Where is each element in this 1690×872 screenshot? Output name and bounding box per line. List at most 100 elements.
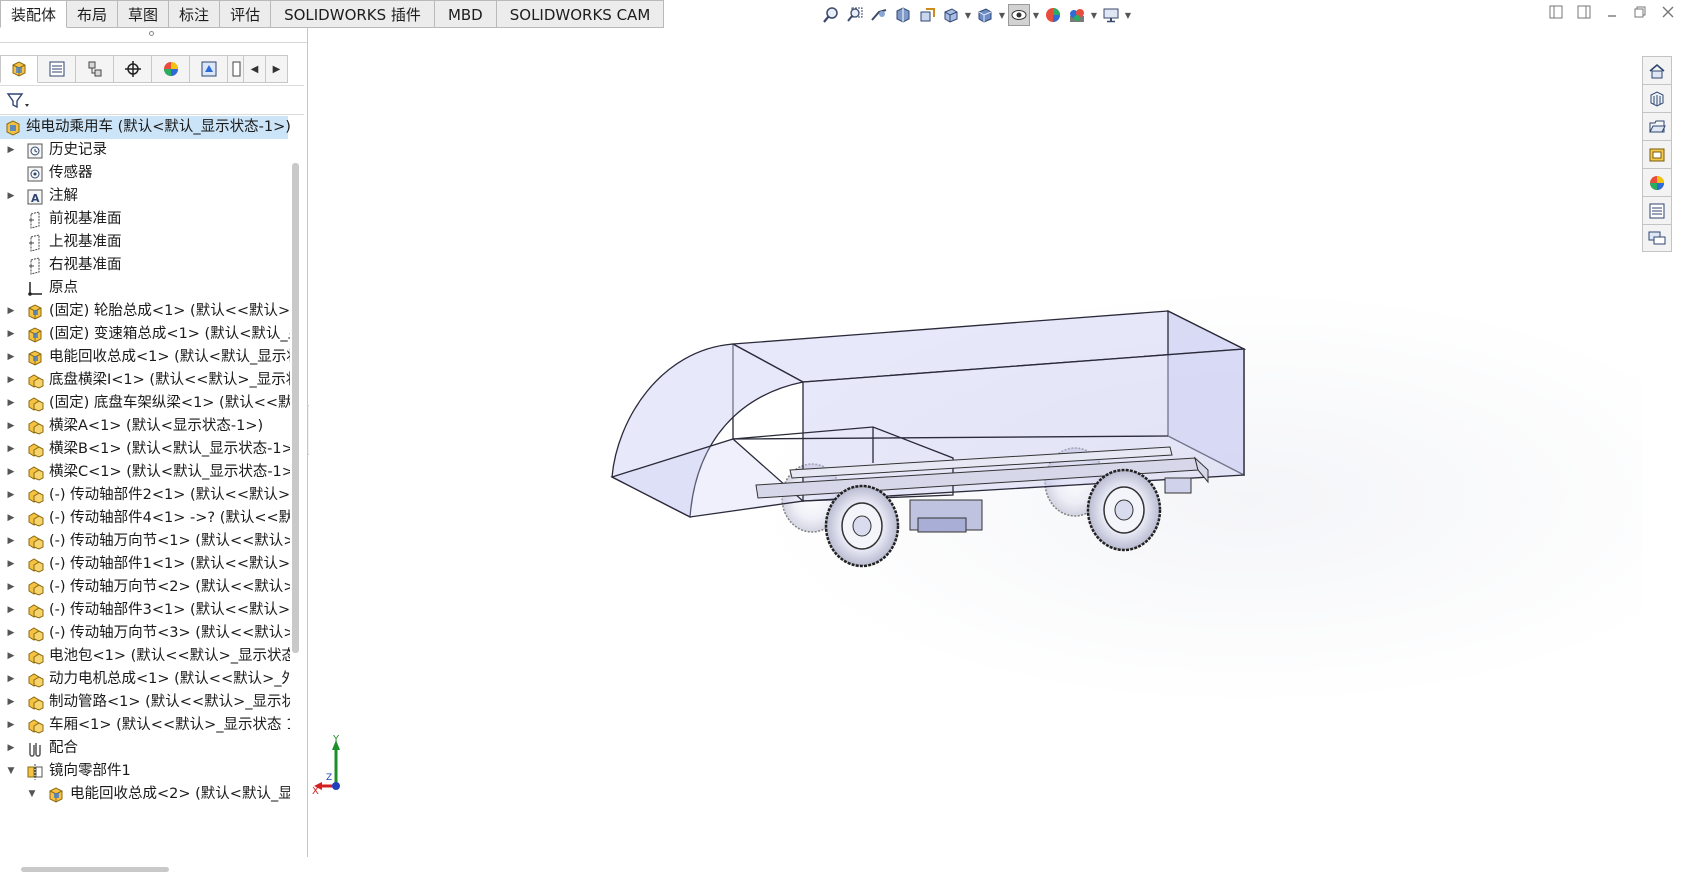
tree-item[interactable]: ▶ 横梁A<1> (默认<显示状态-1>) xyxy=(0,415,290,438)
zoom-to-area-icon[interactable] xyxy=(844,4,866,26)
tab-layout[interactable]: 布局 xyxy=(67,0,119,28)
tree-item[interactable]: ▶ 动力电机总成<1> (默认<<默认>_外观显示状态>) xyxy=(0,668,290,691)
tree-item[interactable]: ▶ (固定) 变速箱总成<1> (默认<默认_显示状态-1>) xyxy=(0,323,290,346)
tree-item[interactable]: 原点 xyxy=(0,277,290,300)
expand-arrow-icon[interactable]: ▶ xyxy=(6,530,16,553)
tab-markup[interactable]: 标注 xyxy=(169,0,221,28)
section-view-icon[interactable] xyxy=(892,4,914,26)
view-palette-icon[interactable] xyxy=(1642,140,1672,168)
display-style-icon[interactable] xyxy=(974,4,996,26)
tree-item[interactable]: ▶ (固定) 轮胎总成<1> (默认<<默认>_显示状态 1>) xyxy=(0,300,290,323)
tab-solidworks-addins[interactable]: SOLIDWORKS 插件 xyxy=(271,0,435,28)
tab-mbd[interactable]: MBD xyxy=(434,0,497,28)
chevron-down-icon[interactable]: ▼ xyxy=(998,4,1006,26)
filter-icon[interactable] xyxy=(6,92,32,114)
expand-arrow-icon[interactable]: ▶ xyxy=(6,668,16,691)
apply-scene-icon[interactable] xyxy=(1066,4,1088,26)
dynamic-annotation-views-icon[interactable] xyxy=(916,4,938,26)
hide-show-items-icon[interactable] xyxy=(1008,4,1030,26)
tree-item[interactable]: ▶ 电池包<1> (默认<<默认>_显示状态 1>) xyxy=(0,645,290,668)
tree-item[interactable]: ▶ (-) 传动轴部件3<1> (默认<<默认>_显示状态 1>) xyxy=(0,599,290,622)
expand-arrow-icon[interactable]: ▶ xyxy=(6,737,16,760)
expand-arrow-icon[interactable]: ▶ xyxy=(6,714,16,737)
expand-arrow-icon[interactable]: ▶ xyxy=(6,369,16,392)
expand-arrow-icon[interactable]: ▶ xyxy=(6,323,16,346)
tree-item[interactable]: ▶ (-) 传动轴部件1<1> (默认<<默认>_显示状态 1>) xyxy=(0,553,290,576)
expand-arrow-icon[interactable]: ▶ xyxy=(6,346,16,369)
expand-arrow-icon[interactable]: ▶ xyxy=(6,553,16,576)
tile-right-icon[interactable] xyxy=(1576,4,1592,20)
collapse-arrow-icon[interactable]: ▼ xyxy=(6,760,16,783)
expand-arrow-icon[interactable]: ▶ xyxy=(6,645,16,668)
expand-arrow-icon[interactable]: ▶ xyxy=(6,415,16,438)
chevron-down-icon[interactable]: ▼ xyxy=(1090,4,1098,26)
expand-arrow-icon[interactable]: ▶ xyxy=(6,484,16,507)
propertymanager-tab-icon[interactable] xyxy=(38,55,76,83)
tree-item[interactable]: ▶ 底盘横梁Ⅰ<1> (默认<<默认>_显示状态 1>) xyxy=(0,369,290,392)
expand-arrow-icon[interactable]: ▶ xyxy=(6,300,16,323)
tree-item[interactable]: ▶ 车厢<1> (默认<<默认>_显示状态 1>) xyxy=(0,714,290,737)
appearances-scenes-icon[interactable] xyxy=(1642,168,1672,196)
tree-item[interactable]: ▶ 历史记录 xyxy=(0,139,290,162)
minimize-icon[interactable] xyxy=(1604,4,1620,20)
splitter-handle-icon[interactable] xyxy=(149,31,154,36)
tree-item[interactable]: ▼ 电能回收总成<2> (默认<默认_显示状态-1>) xyxy=(0,783,290,806)
tree-item[interactable]: ▼ 镜向零部件1 xyxy=(0,760,290,783)
displaymanager-tab-icon[interactable] xyxy=(152,55,190,83)
tree-item[interactable]: ▶ (-) 传动轴万向节<2> (默认<<默认>_显示状态 1>) xyxy=(0,576,290,599)
tree-item[interactable]: ▶ (固定) 底盘车架纵梁<1> (默认<<默认>_显示状态 1>) xyxy=(0,392,290,415)
scroll-tabs-right-icon[interactable]: ▶ xyxy=(266,55,288,83)
expand-arrow-icon[interactable]: ▶ xyxy=(6,461,16,484)
edit-appearance-icon[interactable] xyxy=(1042,4,1064,26)
tab-sketch[interactable]: 草图 xyxy=(118,0,170,28)
tile-left-icon[interactable] xyxy=(1548,4,1564,20)
expand-arrow-icon[interactable]: ▶ xyxy=(6,622,16,645)
forum-icon[interactable] xyxy=(1642,224,1672,252)
close-icon[interactable] xyxy=(1660,4,1676,20)
tab-evaluate[interactable]: 评估 xyxy=(220,0,272,28)
scroll-tabs-left-icon[interactable]: ◀ xyxy=(244,55,266,83)
expand-arrow-icon[interactable]: ▶ xyxy=(6,507,16,530)
tree-item[interactable]: ▶ (-) 传动轴万向节<3> (默认<<默认>_显示状态 1>) xyxy=(0,622,290,645)
tree-item[interactable]: ▶ 电能回收总成<1> (默认<默认_显示状态-1>) xyxy=(0,346,290,369)
configurationmanager-tab-icon[interactable] xyxy=(76,55,114,83)
tree-horizontal-scrollbar[interactable] xyxy=(21,867,169,872)
chevron-down-icon[interactable]: ▼ xyxy=(964,4,972,26)
more-tabs-icon[interactable] xyxy=(228,55,244,83)
tree-item[interactable]: 上视基准面 xyxy=(0,231,290,254)
zoom-to-fit-icon[interactable] xyxy=(820,4,842,26)
design-library-icon[interactable] xyxy=(1642,84,1672,112)
tree-item[interactable]: ▶ A 注解 xyxy=(0,185,290,208)
tree-root-assembly[interactable]: 纯电动乘用车 (默认<默认_显示状态-1>) xyxy=(0,116,290,139)
collapse-arrow-icon[interactable]: ▼ xyxy=(27,783,37,806)
chevron-down-icon[interactable]: ▼ xyxy=(1032,4,1040,26)
tree-item[interactable]: ▶ (-) 传动轴部件4<1> ->? (默认<<默认>_显示状态 1>) xyxy=(0,507,290,530)
expand-arrow-icon[interactable]: ▶ xyxy=(6,599,16,622)
tree-item[interactable]: ▶ 横梁C<1> (默认<默认_显示状态-1>) xyxy=(0,461,290,484)
tree-item[interactable]: ▶ (-) 传动轴部件2<1> (默认<<默认>_显示状态 1>) xyxy=(0,484,290,507)
tab-assembly[interactable]: 装配体 xyxy=(0,0,68,28)
view-orientation-icon[interactable] xyxy=(940,4,962,26)
expand-arrow-icon[interactable]: ▶ xyxy=(6,438,16,461)
dimxpertmanager-tab-icon[interactable] xyxy=(114,55,152,83)
file-explorer-icon[interactable] xyxy=(1642,112,1672,140)
expand-arrow-icon[interactable]: ▶ xyxy=(6,139,16,162)
panel-splitter[interactable] xyxy=(0,28,307,43)
expand-arrow-icon[interactable]: ▶ xyxy=(6,185,16,208)
tree-vertical-scrollbar[interactable] xyxy=(292,163,299,653)
tree-item[interactable]: ▶ 制动管路<1> (默认<<默认>_显示状态 1>) xyxy=(0,691,290,714)
expand-arrow-icon[interactable]: ▶ xyxy=(6,392,16,415)
custom-properties-icon[interactable] xyxy=(1642,196,1672,224)
graphics-area[interactable] xyxy=(309,28,1642,857)
vehicle-3d-model[interactable] xyxy=(309,28,1642,857)
tree-item[interactable]: 右视基准面 xyxy=(0,254,290,277)
solidworks-resources-icon[interactable] xyxy=(1642,56,1672,84)
cam-manager-tab-icon[interactable] xyxy=(190,55,228,83)
expand-arrow-icon[interactable]: ▶ xyxy=(6,691,16,714)
tree-item[interactable]: ▶ 横梁B<1> (默认<默认_显示状态-1>) xyxy=(0,438,290,461)
tree-item[interactable]: ▶ 配合 xyxy=(0,737,290,760)
chevron-down-icon[interactable]: ▼ xyxy=(1124,4,1132,26)
tree-item[interactable]: 前视基准面 xyxy=(0,208,290,231)
featuremanager-tab-icon[interactable] xyxy=(0,55,38,83)
expand-arrow-icon[interactable]: ▶ xyxy=(6,576,16,599)
